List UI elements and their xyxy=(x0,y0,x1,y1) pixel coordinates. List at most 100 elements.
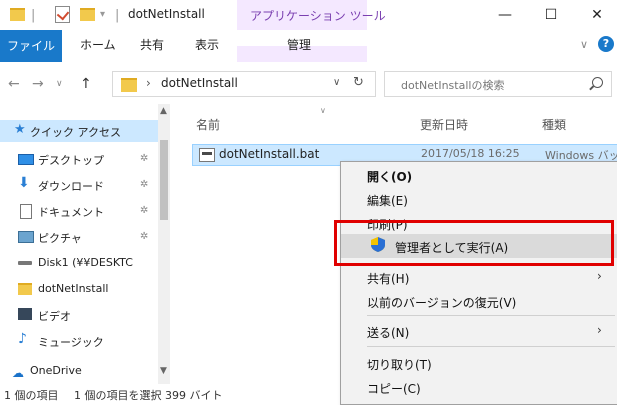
pin-icon: ✲ xyxy=(140,231,149,242)
folder-icon xyxy=(121,78,137,92)
sidebar-item-onedrive[interactable]: ☁ OneDrive xyxy=(0,362,160,380)
pictures-icon xyxy=(18,231,34,243)
network-drive-icon xyxy=(18,261,32,265)
file-name: dotNetInstall.bat xyxy=(219,147,320,161)
tab-share[interactable]: 共有 xyxy=(140,36,164,53)
back-button[interactable]: ← xyxy=(8,76,20,92)
sidebar-item-label: ピクチャ xyxy=(38,232,82,245)
address-bar[interactable]: › dotNetInstall ∨ ↻ xyxy=(112,71,376,97)
pin-icon: ✲ xyxy=(140,153,149,164)
scroll-down-icon[interactable]: ▼ xyxy=(160,366,167,376)
close-button[interactable]: ✕ xyxy=(574,0,617,30)
nav-vertical-scrollbar[interactable]: ▲ ▼ xyxy=(158,104,170,384)
window-title: dotNetInstall xyxy=(128,7,205,21)
video-icon xyxy=(18,308,32,320)
pin-icon: ✲ xyxy=(140,205,149,216)
sidebar-item-label: dotNetInstall xyxy=(38,282,109,295)
menu-item-copy[interactable]: コピー(C) xyxy=(341,376,617,398)
sidebar-item-disk1[interactable]: Disk1 (¥¥DESKTC xyxy=(0,252,160,274)
scroll-thumb[interactable] xyxy=(160,140,168,220)
quick-access-dropdown-icon[interactable]: ▾ xyxy=(100,9,105,20)
submenu-arrow-icon: › xyxy=(597,323,602,337)
context-menu: 開く(O) 編集(E) 印刷(P) 管理者として実行(A) 共有(H) › 以前… xyxy=(340,161,617,405)
cloud-icon: ☁ xyxy=(12,366,24,380)
new-folder-icon[interactable] xyxy=(80,8,95,21)
breadcrumb[interactable]: dotNetInstall xyxy=(161,76,238,90)
application-tools-label: アプリケーション ツール xyxy=(250,9,386,23)
address-row: ← → ∨ ↑ › dotNetInstall ∨ ↻ dotNetInstal… xyxy=(0,62,617,104)
title-separator: | xyxy=(31,8,36,23)
properties-check-icon[interactable] xyxy=(55,6,70,23)
sort-indicator-icon: ∨ xyxy=(320,106,326,115)
menu-item-cut[interactable]: 切り取り(T) xyxy=(341,352,617,374)
search-icon[interactable] xyxy=(592,77,603,88)
annotation-highlight-box xyxy=(334,220,614,266)
menu-separator xyxy=(367,346,615,347)
menu-item-label: 共有(H) xyxy=(367,272,410,286)
menu-item-send-to[interactable]: 送る(N) › xyxy=(341,320,617,342)
menu-item-label: 以前のバージョンの復元(V) xyxy=(367,296,517,310)
navigation-pane: ★ クイック アクセス デスクトップ ✲ ⬇ ダウンロード ✲ ドキュメント ✲… xyxy=(0,104,170,386)
sidebar-item-label: ドキュメント xyxy=(38,206,104,219)
search-box[interactable]: dotNetInstallの検索 xyxy=(384,71,612,97)
address-dropdown-icon[interactable]: ∨ xyxy=(333,77,340,88)
document-icon xyxy=(20,204,32,219)
column-header-type[interactable]: 種類 xyxy=(542,116,566,133)
tab-manage[interactable]: 管理 xyxy=(237,38,367,62)
tab-file[interactable]: ファイル xyxy=(0,30,62,62)
menu-item-share[interactable]: 共有(H) › xyxy=(341,266,617,288)
tab-manage-label: 管理 xyxy=(287,38,312,52)
title-bar: | ▾ | dotNetInstall アプリケーション ツール — ☐ ✕ xyxy=(0,0,617,46)
menu-item-open[interactable]: 開く(O) xyxy=(341,164,617,186)
menu-item-label: 開く(O) xyxy=(367,170,413,184)
menu-item-label: 切り取り(T) xyxy=(367,358,432,372)
sidebar-item-label: Disk1 (¥¥DESKTC xyxy=(38,256,133,269)
menu-item-edit[interactable]: 編集(E) xyxy=(341,188,617,210)
desktop-icon xyxy=(18,154,34,165)
submenu-arrow-icon: › xyxy=(597,269,602,283)
maximize-button[interactable]: ☐ xyxy=(528,0,574,30)
sidebar-item-label: クイック アクセス xyxy=(30,126,121,139)
music-icon: ♪ xyxy=(18,331,27,347)
breadcrumb-separator-icon[interactable]: › xyxy=(146,76,151,90)
tab-home[interactable]: ホーム xyxy=(80,36,116,53)
sidebar-item-label: OneDrive xyxy=(30,364,82,377)
sidebar-item-pictures[interactable]: ピクチャ ✲ xyxy=(0,226,160,248)
menu-item-label: コピー(C) xyxy=(367,382,421,396)
refresh-icon[interactable]: ↻ xyxy=(353,75,364,90)
sidebar-item-dotnetinstall[interactable]: dotNetInstall xyxy=(0,278,160,300)
pin-icon: ✲ xyxy=(140,179,149,190)
folder-icon xyxy=(18,283,32,295)
menu-item-label: 送る(N) xyxy=(367,326,410,340)
download-icon: ⬇ xyxy=(18,175,30,191)
sidebar-item-label: ミュージック xyxy=(38,336,104,349)
up-button[interactable]: ↑ xyxy=(80,76,92,92)
minimize-button[interactable]: — xyxy=(482,0,528,30)
batch-file-icon xyxy=(199,148,215,162)
sidebar-item-documents[interactable]: ドキュメント ✲ xyxy=(0,200,160,222)
sidebar-item-quick-access[interactable]: ★ クイック アクセス xyxy=(0,120,160,142)
expand-ribbon-icon[interactable]: ∨ xyxy=(580,38,588,51)
menu-separator xyxy=(367,315,615,316)
scroll-up-icon[interactable]: ▲ xyxy=(160,106,167,116)
forward-button[interactable]: → xyxy=(32,76,44,92)
tab-view[interactable]: 表示 xyxy=(195,36,219,53)
sidebar-item-label: デスクトップ xyxy=(38,154,104,167)
sidebar-item-music[interactable]: ♪ ミュージック xyxy=(0,330,160,352)
sidebar-item-desktop[interactable]: デスクトップ ✲ xyxy=(0,148,160,170)
column-header-date[interactable]: 更新日時 xyxy=(420,116,468,133)
star-icon: ★ xyxy=(14,122,26,137)
search-input[interactable]: dotNetInstallの検索 xyxy=(401,77,504,93)
help-icon[interactable]: ? xyxy=(598,36,614,52)
sidebar-item-label: ダウンロード xyxy=(38,180,104,193)
menu-item-restore-previous-versions[interactable]: 以前のバージョンの復元(V) xyxy=(341,290,617,312)
status-selection: 1 個の項目を選択 399 バイト xyxy=(74,389,223,402)
status-item-count: 1 個の項目 xyxy=(4,389,59,402)
file-date: 2017/05/18 16:25 xyxy=(421,147,520,160)
recent-locations-chevron-icon[interactable]: ∨ xyxy=(56,79,63,89)
column-header-name[interactable]: 名前 xyxy=(196,116,220,133)
sidebar-item-downloads[interactable]: ⬇ ダウンロード ✲ xyxy=(0,174,160,196)
folder-icon xyxy=(10,8,25,21)
sidebar-item-videos[interactable]: ビデオ xyxy=(0,304,160,326)
sidebar-item-label: ビデオ xyxy=(38,310,71,323)
